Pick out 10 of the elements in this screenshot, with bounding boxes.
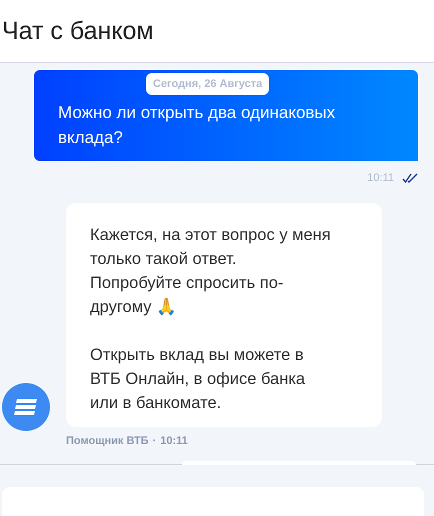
message-text: Открыть вклад вы можете в ВТБ Онлайн, в офисе банка или в банкомате.	[90, 345, 306, 414]
message-text: Кажется, на этот вопрос у меня только такой ответ. Попробуйте спросить по-другому 🙏	[90, 225, 332, 318]
bot-avatar-icon	[2, 383, 50, 431]
sender-name: Помощник ВТБ	[66, 435, 149, 447]
message-text: Можно ли открыть два одинаковых вклада?	[58, 102, 336, 149]
separator-dot: ·	[152, 435, 156, 447]
message-time: 10:11	[160, 435, 188, 447]
chat-title: Чат с банком	[2, 16, 154, 46]
message-time: 10:11	[367, 172, 394, 184]
date-chip: Сегодня, 26 Августа	[146, 73, 270, 95]
